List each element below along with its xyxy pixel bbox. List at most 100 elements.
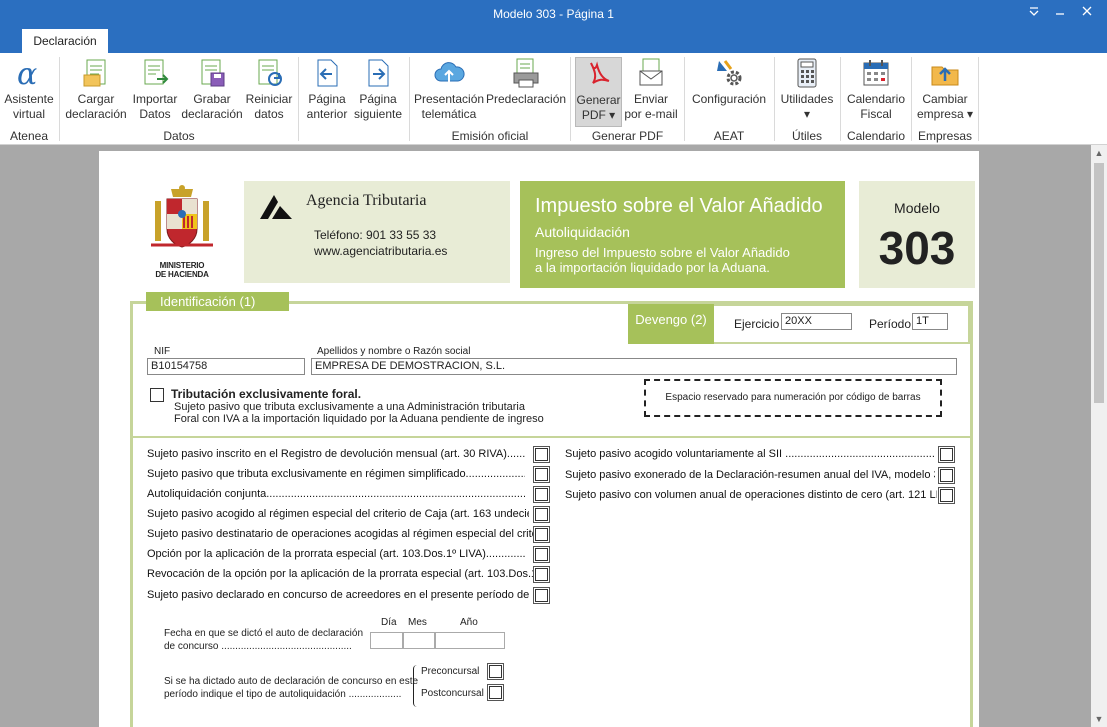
- volumen-anual-checkbox[interactable]: [938, 487, 955, 504]
- button-label: Importar: [132, 92, 178, 106]
- group-label-datos: Datos: [163, 129, 195, 143]
- tab-declaracion[interactable]: Declaración: [22, 29, 108, 53]
- coat-of-arms-icon: [151, 185, 213, 248]
- foral-checkbox[interactable]: [150, 388, 164, 402]
- agency-web: www.agenciatributaria.es: [314, 244, 448, 258]
- prorrata-especial-checkbox[interactable]: [533, 546, 550, 563]
- revocacion-prorrata-checkbox[interactable]: [533, 566, 550, 583]
- button-label: Utilidades: [780, 92, 834, 106]
- group-separator: [409, 57, 410, 141]
- checkbox-box: [535, 589, 548, 602]
- tax-title-box: Impuesto sobre el Valor Añadido Autoliqu…: [520, 181, 845, 288]
- button-label: Generar: [576, 93, 621, 107]
- autoliquidacion-conjunta-checkbox[interactable]: [533, 486, 550, 503]
- scrollbar-thumb[interactable]: [1094, 163, 1104, 403]
- ministry-logo: MINISTERIO DE HACIENDA: [147, 183, 217, 283]
- document-viewport: MINISTERIO DE HACIENDA Agencia Tributari…: [0, 145, 1091, 727]
- dia-label: Día: [381, 617, 397, 628]
- generar-pdf-button[interactable]: Generar PDF ▾: [575, 57, 622, 127]
- foral-description: Sujeto pasivo que tributa exclusivamente…: [174, 401, 544, 425]
- group-label-calendario: Calendario: [846, 129, 906, 143]
- alpha-icon: α: [17, 57, 37, 89]
- checkbox-box: [535, 468, 548, 481]
- checkbox-box: [940, 448, 953, 461]
- group-label-emision-oficial: Emisión oficial: [451, 129, 529, 143]
- destinatario-criterio-caja-checkbox[interactable]: [533, 526, 550, 543]
- scroll-down-icon[interactable]: ▼: [1091, 711, 1107, 727]
- button-label: PDF ▾: [581, 108, 616, 122]
- option-autoliquidacion-conjunta: Autoliquidación conjunta................…: [147, 488, 525, 500]
- tax-description: Ingreso del Impuesto sobre el Valor Añad…: [535, 245, 790, 275]
- pagina-siguiente-button[interactable]: Página siguiente: [352, 57, 404, 122]
- registro-devolucion-checkbox[interactable]: [533, 446, 550, 463]
- button-label: Configuración: [691, 92, 767, 106]
- fecha-auto-label: Fecha en que se dictó el auto de declara…: [164, 627, 363, 653]
- modelo-label: Modelo: [894, 200, 940, 216]
- anio-label: Año: [460, 617, 478, 628]
- devengo-tab: Devengo (2): [628, 304, 714, 344]
- button-label: siguiente: [353, 107, 403, 121]
- button-label: declaración: [181, 107, 243, 121]
- anio-field[interactable]: [435, 632, 505, 649]
- razon-social-label: Apellidos y nombre o Razón social: [317, 346, 471, 357]
- preconcursal-checkbox[interactable]: [487, 663, 504, 680]
- group-separator: [978, 57, 979, 141]
- importar-datos-button[interactable]: Importar Datos: [129, 57, 181, 122]
- cargar-declaracion-button[interactable]: Cargar declaración: [64, 57, 128, 122]
- foral-title: Tributación exclusivamente foral.: [171, 387, 362, 401]
- option-sii: Sujeto pasivo acogido voluntariamente al…: [565, 448, 935, 460]
- group-separator: [774, 57, 775, 141]
- button-label: empresa ▾: [916, 107, 974, 121]
- section-divider: [133, 436, 973, 438]
- foral-line2: Foral con IVA a la importación liquidado…: [174, 413, 544, 425]
- postconcursal-checkbox[interactable]: [487, 684, 504, 701]
- ribbon-collapse-icon[interactable]: [1022, 3, 1046, 25]
- group-label-aeat: AEAT: [713, 129, 745, 143]
- checkbox-box: [535, 448, 548, 461]
- regimen-simplificado-checkbox[interactable]: [533, 466, 550, 483]
- button-label: Grabar: [193, 92, 231, 106]
- minimize-icon[interactable]: [1048, 3, 1072, 25]
- ejercicio-field[interactable]: 20XX: [781, 313, 852, 330]
- calendario-fiscal-button[interactable]: Calendario Fiscal: [845, 57, 907, 122]
- option-concurso-acreedores: Sujeto pasivo declarado en concurso de a…: [147, 589, 533, 601]
- razon-social-field[interactable]: EMPRESA DE DEMOSTRACION, S.L.: [311, 358, 957, 375]
- reiniciar-datos-button[interactable]: Reiniciar datos: [244, 57, 294, 122]
- exonerado-390-checkbox[interactable]: [938, 467, 955, 484]
- window-title: Modelo 303 - Página 1: [493, 7, 614, 21]
- dia-field[interactable]: [370, 632, 403, 649]
- pdf-icon: [589, 61, 609, 84]
- group-separator: [570, 57, 571, 141]
- concurso-acreedores-checkbox[interactable]: [533, 587, 550, 604]
- vertical-scrollbar[interactable]: ▲ ▼: [1091, 145, 1107, 727]
- scroll-up-icon[interactable]: ▲: [1091, 145, 1107, 161]
- mes-field[interactable]: [403, 632, 435, 649]
- checkbox-box: [535, 528, 548, 541]
- presentacion-telematica-button[interactable]: Presentación telemática: [414, 57, 484, 122]
- criterio-caja-checkbox[interactable]: [533, 506, 550, 523]
- cambiar-empresa-button[interactable]: Cambiar empresa ▾: [916, 57, 974, 122]
- import-icon: [144, 59, 169, 85]
- form-page: MINISTERIO DE HACIENDA Agencia Tributari…: [99, 151, 979, 727]
- enviar-email-button[interactable]: Enviar por e-mail: [624, 57, 678, 122]
- configuracion-button[interactable]: Configuración: [689, 57, 769, 107]
- predeclaracion-button[interactable]: Predeclaración: [486, 57, 566, 107]
- previous-page-icon: [317, 59, 338, 87]
- button-label: Cambiar: [922, 92, 968, 106]
- asistente-virtual-button[interactable]: α Asistente virtual: [2, 57, 56, 122]
- pagina-anterior-button[interactable]: Página anterior: [303, 57, 351, 122]
- button-label: Página: [359, 92, 397, 106]
- grabar-declaracion-button[interactable]: Grabar declaración: [181, 57, 243, 122]
- utilidades-button[interactable]: Utilidades ▾: [779, 57, 835, 122]
- save-doc-icon: [201, 59, 225, 87]
- button-label: Enviar: [633, 92, 668, 106]
- checkbox-box: [940, 489, 953, 502]
- periodo-field[interactable]: 1T: [912, 313, 948, 330]
- close-icon[interactable]: [1075, 3, 1099, 25]
- button-label: datos: [254, 107, 284, 121]
- button-label: Datos: [139, 107, 171, 121]
- sii-checkbox[interactable]: [938, 446, 955, 463]
- button-label: virtual: [12, 107, 45, 121]
- nif-field[interactable]: B10154758: [147, 358, 305, 375]
- ministry-line1: MINISTERIO: [159, 261, 205, 270]
